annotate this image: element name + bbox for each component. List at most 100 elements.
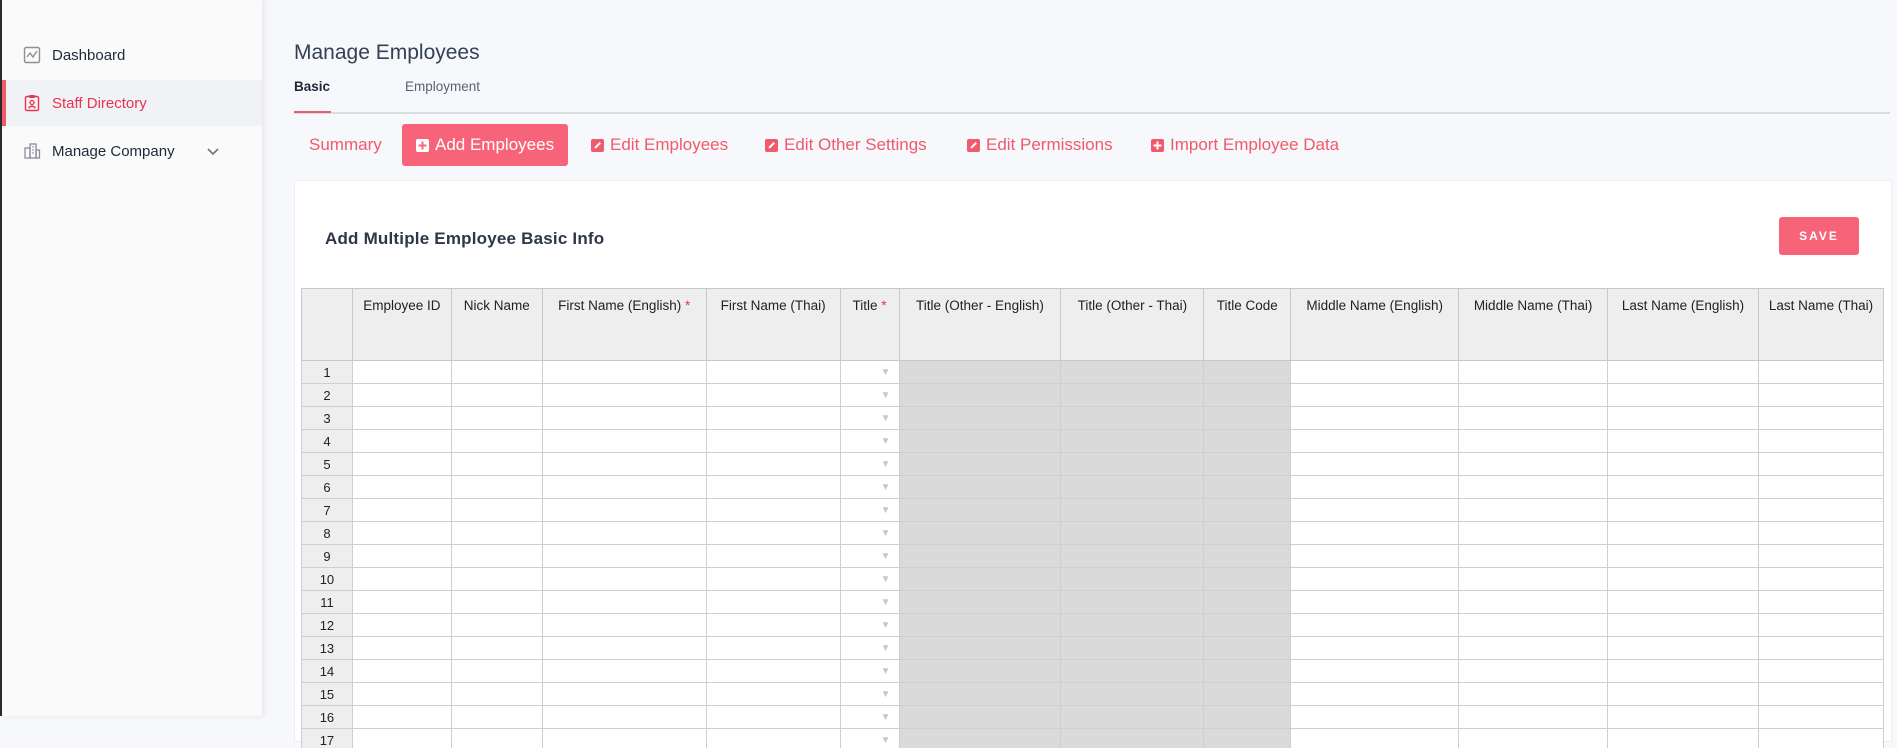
editable-cell[interactable] xyxy=(542,384,706,407)
editable-cell[interactable] xyxy=(352,361,451,384)
editable-cell[interactable] xyxy=(1608,637,1759,660)
dropdown-cell[interactable]: ▼ xyxy=(840,545,899,568)
editable-cell[interactable] xyxy=(706,384,840,407)
editable-cell[interactable] xyxy=(1291,706,1459,729)
editable-cell[interactable] xyxy=(1758,614,1883,637)
editable-cell[interactable] xyxy=(1291,407,1459,430)
editable-cell[interactable] xyxy=(542,361,706,384)
editable-cell[interactable] xyxy=(352,522,451,545)
editable-cell[interactable] xyxy=(451,637,542,660)
editable-cell[interactable] xyxy=(1459,407,1608,430)
editable-cell[interactable] xyxy=(1291,614,1459,637)
editable-cell[interactable] xyxy=(1758,384,1883,407)
dropdown-cell[interactable]: ▼ xyxy=(840,683,899,706)
editable-cell[interactable] xyxy=(542,729,706,748)
editable-cell[interactable] xyxy=(1608,453,1759,476)
editable-cell[interactable] xyxy=(1291,476,1459,499)
editable-cell[interactable] xyxy=(706,660,840,683)
editable-cell[interactable] xyxy=(451,499,542,522)
column-header[interactable]: Title (Other - Thai) xyxy=(1061,289,1204,361)
editable-cell[interactable] xyxy=(542,522,706,545)
editable-cell[interactable] xyxy=(1459,729,1608,748)
editable-cell[interactable] xyxy=(451,384,542,407)
editable-cell[interactable] xyxy=(1608,706,1759,729)
editable-cell[interactable] xyxy=(1608,361,1759,384)
editable-cell[interactable] xyxy=(542,499,706,522)
editable-cell[interactable] xyxy=(1758,407,1883,430)
editable-cell[interactable] xyxy=(706,706,840,729)
editable-cell[interactable] xyxy=(1608,591,1759,614)
column-header[interactable]: Middle Name (Thai) xyxy=(1459,289,1608,361)
column-header[interactable]: Title Code xyxy=(1204,289,1291,361)
editable-cell[interactable] xyxy=(352,453,451,476)
tab-basic[interactable]: Basic xyxy=(294,79,330,94)
editable-cell[interactable] xyxy=(1459,361,1608,384)
editable-cell[interactable] xyxy=(1459,384,1608,407)
editable-cell[interactable] xyxy=(1291,361,1459,384)
column-header[interactable]: First Name (English) * xyxy=(542,289,706,361)
editable-cell[interactable] xyxy=(542,545,706,568)
editable-cell[interactable] xyxy=(352,430,451,453)
editable-cell[interactable] xyxy=(1291,637,1459,660)
editable-cell[interactable] xyxy=(542,476,706,499)
editable-cell[interactable] xyxy=(1758,476,1883,499)
editable-cell[interactable] xyxy=(542,637,706,660)
chevron-down-icon[interactable] xyxy=(205,143,221,159)
editable-cell[interactable] xyxy=(1758,361,1883,384)
editable-cell[interactable] xyxy=(352,407,451,430)
editable-cell[interactable] xyxy=(1758,706,1883,729)
column-header[interactable]: First Name (Thai) xyxy=(706,289,840,361)
editable-cell[interactable] xyxy=(1459,706,1608,729)
editable-cell[interactable] xyxy=(352,545,451,568)
editable-cell[interactable] xyxy=(706,568,840,591)
editable-cell[interactable] xyxy=(706,683,840,706)
editable-cell[interactable] xyxy=(706,407,840,430)
editable-cell[interactable] xyxy=(352,683,451,706)
dropdown-cell[interactable]: ▼ xyxy=(840,361,899,384)
editable-cell[interactable] xyxy=(706,729,840,748)
editable-cell[interactable] xyxy=(542,568,706,591)
column-header[interactable]: Nick Name xyxy=(451,289,542,361)
editable-cell[interactable] xyxy=(706,522,840,545)
editable-cell[interactable] xyxy=(1459,430,1608,453)
dropdown-cell[interactable]: ▼ xyxy=(840,591,899,614)
editable-cell[interactable] xyxy=(706,453,840,476)
editable-cell[interactable] xyxy=(1291,683,1459,706)
editable-cell[interactable] xyxy=(1459,568,1608,591)
dropdown-cell[interactable]: ▼ xyxy=(840,476,899,499)
editable-cell[interactable] xyxy=(1459,545,1608,568)
editable-cell[interactable] xyxy=(1758,591,1883,614)
dropdown-cell[interactable]: ▼ xyxy=(840,499,899,522)
editable-cell[interactable] xyxy=(1758,729,1883,748)
editable-cell[interactable] xyxy=(1291,568,1459,591)
editable-cell[interactable] xyxy=(451,453,542,476)
editable-cell[interactable] xyxy=(1608,476,1759,499)
subtab-edit-permissions[interactable]: Edit Permissions xyxy=(967,124,1113,166)
editable-cell[interactable] xyxy=(352,499,451,522)
editable-cell[interactable] xyxy=(1291,729,1459,748)
editable-cell[interactable] xyxy=(1291,591,1459,614)
editable-cell[interactable] xyxy=(1758,430,1883,453)
editable-cell[interactable] xyxy=(451,430,542,453)
editable-cell[interactable] xyxy=(352,384,451,407)
editable-cell[interactable] xyxy=(542,430,706,453)
subtab-edit-other-settings[interactable]: Edit Other Settings xyxy=(765,124,927,166)
editable-cell[interactable] xyxy=(451,660,542,683)
editable-cell[interactable] xyxy=(1608,614,1759,637)
subtab-add-employees[interactable]: Add Employees xyxy=(402,124,568,166)
editable-cell[interactable] xyxy=(706,591,840,614)
column-header[interactable]: Title (Other - English) xyxy=(899,289,1061,361)
editable-cell[interactable] xyxy=(706,361,840,384)
editable-cell[interactable] xyxy=(352,729,451,748)
editable-cell[interactable] xyxy=(1459,499,1608,522)
dropdown-cell[interactable]: ▼ xyxy=(840,660,899,683)
subtab-summary[interactable]: Summary xyxy=(309,124,382,166)
editable-cell[interactable] xyxy=(706,545,840,568)
editable-cell[interactable] xyxy=(451,706,542,729)
editable-cell[interactable] xyxy=(352,637,451,660)
editable-cell[interactable] xyxy=(352,568,451,591)
dropdown-cell[interactable]: ▼ xyxy=(840,614,899,637)
editable-cell[interactable] xyxy=(706,476,840,499)
editable-cell[interactable] xyxy=(1758,660,1883,683)
column-header[interactable]: Title * xyxy=(840,289,899,361)
